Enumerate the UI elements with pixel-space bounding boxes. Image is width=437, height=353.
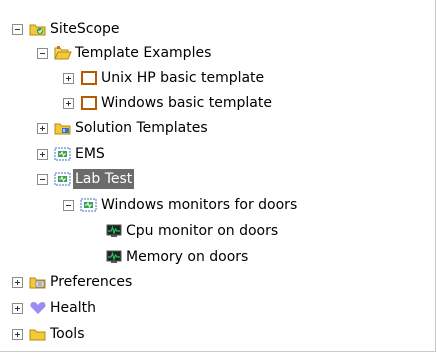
tree-label: Template Examples — [75, 45, 212, 61]
collapse-toggle[interactable] — [37, 47, 48, 59]
expand-toggle[interactable] — [37, 148, 48, 160]
monitor-icon — [105, 223, 123, 239]
collapse-toggle[interactable] — [37, 173, 48, 185]
tree-label: Windows basic template — [101, 95, 272, 111]
monitor-icon — [105, 249, 123, 265]
expand-toggle[interactable] — [63, 97, 74, 109]
tree-panel: SiteScope Template Examples Unix HP basi… — [0, 0, 436, 352]
tree-label: Unix HP basic template — [101, 70, 265, 86]
expand-toggle[interactable] — [37, 122, 48, 134]
tree-label: Health — [50, 300, 96, 316]
group-icon — [80, 197, 98, 213]
sitescope-folder-icon — [29, 21, 47, 37]
expand-toggle[interactable] — [12, 302, 23, 314]
preferences-folder-icon — [29, 274, 47, 290]
tree-label: Tools — [50, 326, 85, 342]
expand-toggle[interactable] — [63, 72, 74, 84]
folder-icon — [29, 326, 47, 342]
expand-toggle[interactable] — [12, 276, 23, 288]
collapse-toggle[interactable] — [12, 23, 23, 35]
group-icon — [54, 146, 72, 162]
solution-folder-icon — [54, 120, 72, 136]
tree-label: EMS — [75, 146, 105, 162]
tree-node-windows-template[interactable]: Windows basic template — [63, 92, 274, 114]
tree-label: Cpu monitor on doors — [126, 223, 279, 239]
tree-label: Solution Templates — [75, 120, 208, 136]
heart-icon — [29, 300, 47, 316]
tree-label: Preferences — [50, 274, 133, 290]
tree-node-memory-monitor[interactable]: Memory on doors — [88, 246, 250, 268]
tree-label: Windows monitors for doors — [101, 197, 298, 213]
tree-label: SiteScope — [50, 21, 120, 37]
template-icon — [80, 95, 98, 111]
tree-label: Memory on doors — [126, 249, 249, 265]
group-icon — [54, 171, 72, 187]
tree-node-solution-templates[interactable]: Solution Templates — [37, 117, 210, 139]
tree-node-health[interactable]: Health — [12, 297, 98, 319]
tree-node-sitescope[interactable]: SiteScope — [12, 18, 122, 40]
tree-node-preferences[interactable]: Preferences — [12, 271, 134, 293]
tree-node-windows-monitors[interactable]: Windows monitors for doors — [63, 194, 299, 216]
tree-node-lab-test[interactable]: Lab Test — [37, 168, 135, 190]
collapse-toggle[interactable] — [63, 199, 74, 211]
tree-node-cpu-monitor[interactable]: Cpu monitor on doors — [88, 220, 280, 242]
tree-label-selected: Lab Test — [73, 169, 135, 189]
tree-node-tools[interactable]: Tools — [12, 323, 87, 345]
template-icon — [80, 70, 98, 86]
open-folder-icon — [54, 45, 72, 61]
tree-node-ems[interactable]: EMS — [37, 143, 107, 165]
tree-node-unix-template[interactable]: Unix HP basic template — [63, 67, 266, 89]
tree-node-template-examples[interactable]: Template Examples — [37, 42, 213, 64]
expand-toggle[interactable] — [12, 328, 23, 340]
